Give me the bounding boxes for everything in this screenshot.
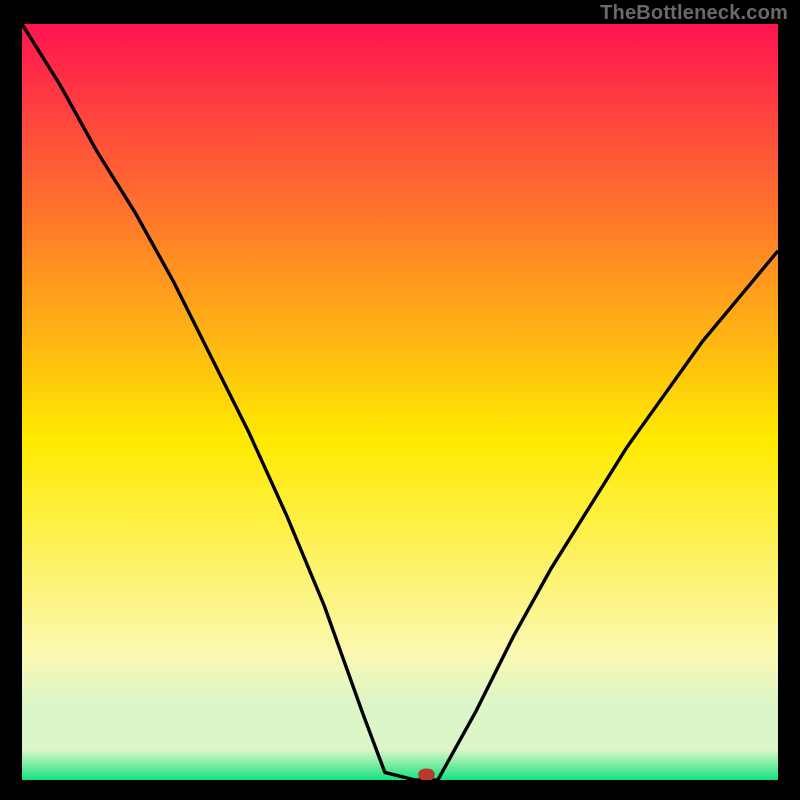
bottleneck-plot <box>22 24 778 780</box>
optimal-point-marker <box>418 769 435 780</box>
watermark-text: TheBottleneck.com <box>600 2 788 25</box>
chart-frame: TheBottleneck.com <box>0 0 800 800</box>
gradient-background <box>22 24 778 780</box>
